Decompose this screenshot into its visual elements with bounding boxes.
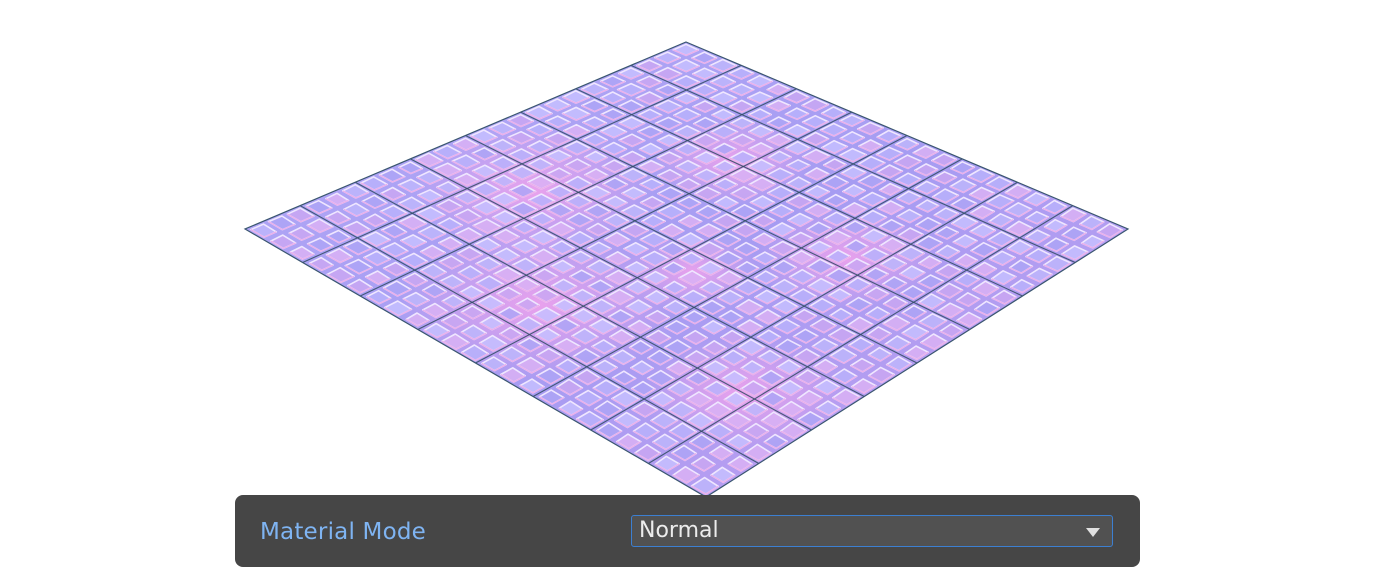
material-mode-label: Material Mode xyxy=(260,519,427,545)
3d-viewport[interactable] xyxy=(0,0,1374,581)
scene-stage: Material Mode Normal xyxy=(0,0,1374,581)
dropdown-caret-icon xyxy=(1086,528,1100,537)
material-mode-value: Normal xyxy=(639,518,719,543)
ground-plane xyxy=(245,42,1128,497)
material-mode-dropdown[interactable]: Normal xyxy=(631,515,1113,547)
material-mode-panel: Material Mode Normal xyxy=(235,495,1140,567)
